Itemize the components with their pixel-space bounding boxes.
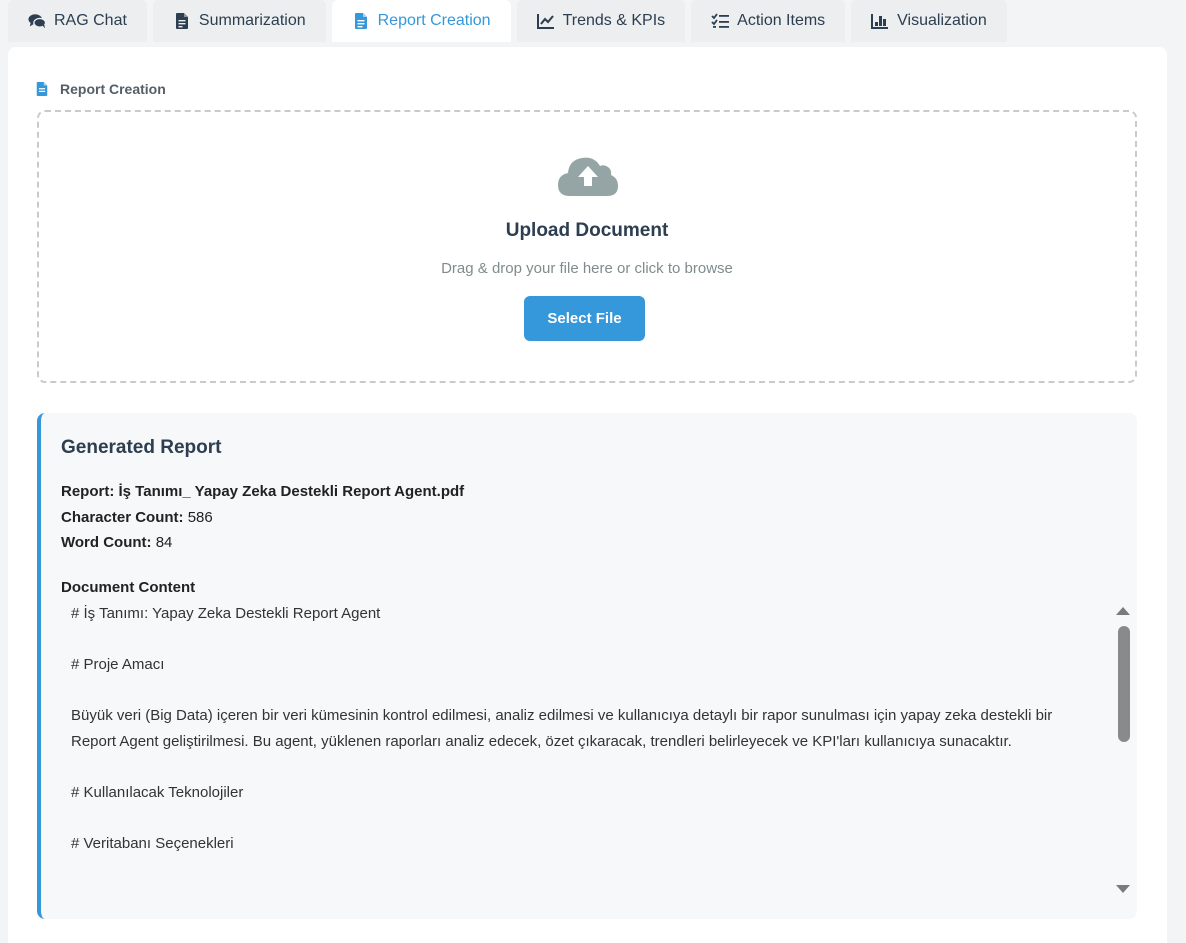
report-heading: Generated Report bbox=[61, 437, 222, 458]
file-icon bbox=[354, 13, 367, 29]
comments-icon bbox=[28, 14, 46, 29]
select-file-button[interactable]: Select File bbox=[524, 296, 645, 341]
upload-title: Upload Document bbox=[505, 220, 669, 241]
report-filename: İş Tanımı_ Yapay Zeka Destekli Report Ag… bbox=[118, 483, 465, 500]
tab-summarization[interactable]: Summarization bbox=[152, 0, 326, 42]
generated-report-card: Generated Report Report: İş Tanımı_ Yapa… bbox=[37, 413, 1137, 919]
document-content-label: Document Content bbox=[61, 579, 196, 596]
tab-report-creation[interactable]: Report Creation bbox=[331, 0, 511, 42]
report-label: Report: bbox=[61, 483, 115, 500]
line-chart-icon bbox=[536, 14, 554, 29]
tab-label: Trends & KPIs bbox=[562, 12, 666, 29]
scroll-thumb[interactable] bbox=[1118, 626, 1130, 742]
report-creation-panel: Report Creation Upload Document Drag & d… bbox=[8, 47, 1167, 943]
content-scrollbar[interactable] bbox=[1113, 601, 1133, 899]
tasks-icon bbox=[711, 13, 730, 28]
upload-dropzone[interactable]: Upload Document Drag & drop your file he… bbox=[37, 110, 1137, 383]
tab-label: Summarization bbox=[198, 12, 306, 29]
tab-rag-chat[interactable]: RAG Chat bbox=[8, 0, 147, 42]
tab-label: Visualization bbox=[897, 12, 987, 29]
character-count-value: 586 bbox=[187, 509, 213, 526]
tab-visualization[interactable]: Visualization bbox=[851, 0, 1007, 42]
tab-label: Action Items bbox=[737, 12, 826, 29]
tab-action-items[interactable]: Action Items bbox=[691, 0, 846, 42]
word-count-label: Word Count: bbox=[61, 534, 152, 551]
content-line: # Veritabanı Seçenekleri bbox=[71, 834, 234, 852]
tab-trends-kpis[interactable]: Trends & KPIs bbox=[516, 0, 686, 42]
content-line: # İş Tanımı: Yapay Zeka Destekli Report … bbox=[71, 605, 381, 622]
tab-bar: RAG Chat Summarization Report Creation T… bbox=[0, 0, 1186, 42]
scroll-up-arrow-icon[interactable] bbox=[1116, 607, 1130, 615]
report-filename-row: Report: İş Tanımı_ Yapay Zeka Destekli R… bbox=[61, 483, 464, 500]
bar-chart-icon bbox=[871, 14, 889, 29]
character-count-row: Character Count: 586 bbox=[61, 509, 213, 526]
character-count-label: Character Count: bbox=[61, 509, 184, 526]
content-line: # Proje Amacı bbox=[71, 656, 165, 673]
word-count-value: 84 bbox=[155, 534, 173, 551]
cloud-upload-icon bbox=[558, 157, 618, 196]
content-line: Büyük veri (Big Data) içeren bir veri kü… bbox=[71, 707, 1053, 750]
scroll-down-arrow-icon[interactable] bbox=[1116, 885, 1130, 893]
document-content-text: # İş Tanımı: Yapay Zeka Destekli Report … bbox=[71, 601, 1091, 882]
tab-label: Report Creation bbox=[377, 12, 491, 29]
section-title: Report Creation bbox=[36, 81, 166, 97]
section-title-text: Report Creation bbox=[60, 81, 166, 97]
content-line: # Kullanılacak Teknolojiler bbox=[71, 783, 244, 801]
document-content-box[interactable]: # İş Tanımı: Yapay Zeka Destekli Report … bbox=[61, 601, 1137, 899]
file-alt-icon bbox=[175, 13, 188, 29]
word-count-row: Word Count: 84 bbox=[61, 534, 172, 551]
file-icon bbox=[36, 82, 48, 96]
upload-subtitle: Drag & drop your file here or click to b… bbox=[441, 260, 733, 277]
tab-label: RAG Chat bbox=[54, 12, 127, 29]
